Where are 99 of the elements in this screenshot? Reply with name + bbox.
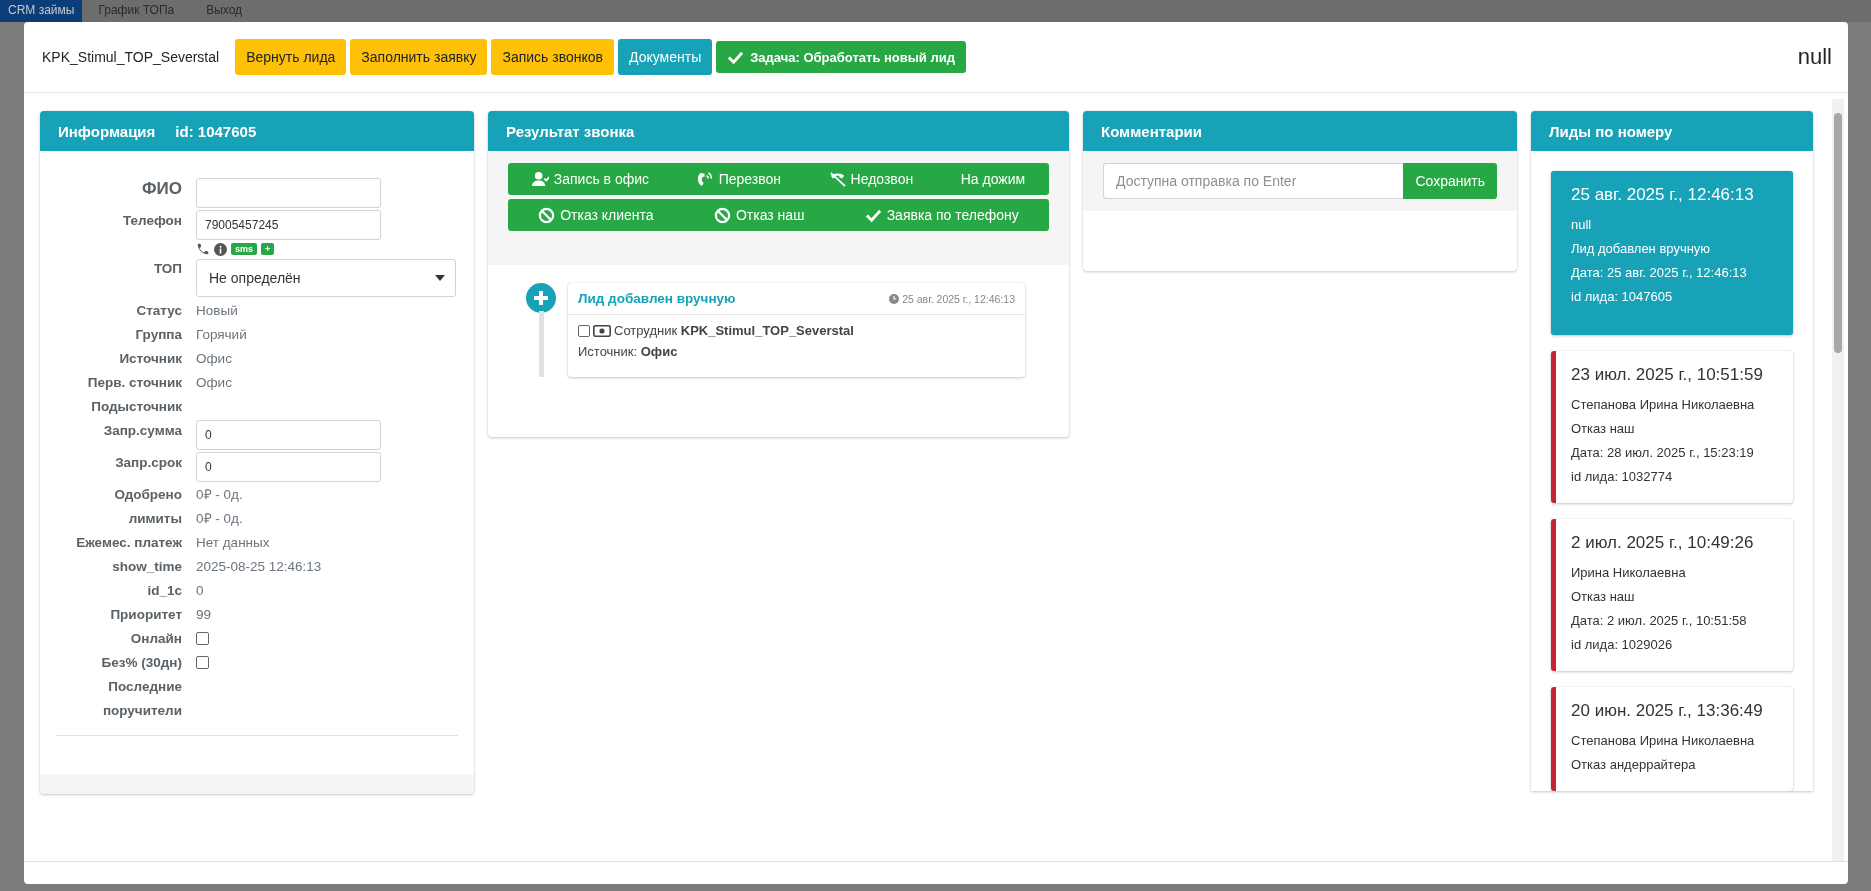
lead-id: id: 1047605 [175, 122, 257, 140]
ban-icon [713, 206, 731, 224]
timeline-title: Лид добавлен вручную [578, 291, 736, 306]
phone-field[interactable]: 79005457245 [196, 210, 381, 240]
lead-detail: Отказ наш [1571, 420, 1636, 438]
caret-icon [435, 275, 445, 281]
lead-card[interactable]: 20 июн. 2025 г., 13:36:49 Степанова Ирина Николаевна Отказ андеррайтера [1551, 687, 1793, 791]
lead-detail: Ирина Николаевна [1571, 564, 1687, 582]
lead-detail: Дата: 2 июл. 2025 г., 10:51:58 [1571, 612, 1748, 630]
field-label: Приоритет [109, 606, 182, 624]
lead-detail: null [1571, 216, 1593, 234]
scrollbar[interactable] [1832, 99, 1844, 861]
header-value: null [1797, 44, 1832, 70]
panel-title: Информация [58, 122, 156, 140]
select-field[interactable]: Не определён [196, 259, 456, 297]
text-field[interactable] [196, 178, 381, 208]
field-label: Запр.сумма [102, 422, 182, 440]
checkbox[interactable] [578, 324, 590, 337]
field-value: 0 [196, 583, 204, 598]
text-field[interactable]: 0 [196, 452, 381, 482]
phone-icon[interactable] [196, 242, 210, 256]
field-label: Источник [118, 350, 182, 368]
field-label: лимиты [127, 510, 182, 528]
lead-date: 23 июл. 2025 г., 10:51:59 [1571, 365, 1764, 385]
field-label: Онлайн [129, 630, 182, 648]
comment-field[interactable]: Доступна отправка по Enter [1103, 163, 1404, 199]
field-label: Статус [135, 302, 182, 320]
field-label: Запр.срок [114, 454, 182, 472]
ban-icon [538, 206, 556, 224]
panel-title: Результат звонка [506, 122, 635, 140]
lead-card[interactable]: 25 авг. 2025 г., 12:46:13 null Лид добавлен вручную Дата: 25 авг. 2025 г., 12:46:13 id лида: 1047605 [1551, 171, 1793, 335]
banknote-icon [593, 324, 611, 337]
lead-date: 25 авг. 2025 г., 12:46:13 [1571, 185, 1755, 205]
field-label: Телефон [121, 212, 182, 230]
action-button[interactable]: Запись звонков [491, 39, 615, 75]
field-label: Перв. сточник [86, 374, 182, 392]
lead-detail: Отказ андеррайтера [1571, 756, 1697, 774]
lead-card[interactable]: 23 июл. 2025 г., 10:51:59 Степанова Ирина Николаевна Отказ наш Дата: 28 июл. 2025 г., 15:23:19 id лида: 1032774 [1551, 351, 1793, 503]
badge-button[interactable]: sms [231, 243, 257, 255]
lead-detail: Отказ наш [1571, 588, 1636, 606]
lead-detail: Лид добавлен вручную [1571, 240, 1712, 258]
lead-date: 20 июн. 2025 г., 13:36:49 [1571, 701, 1764, 721]
lead-detail: Дата: 25 авг. 2025 г., 12:46:13 [1571, 264, 1748, 282]
badge-button[interactable]: + [261, 243, 275, 255]
nav-link[interactable]: Выход [190, 0, 259, 20]
checkbox[interactable] [196, 656, 209, 669]
field-label: show_time [111, 558, 182, 576]
lead-detail: id лида: 1029026 [1571, 636, 1674, 654]
field-label: Одобрено [113, 486, 182, 504]
field-label: Ежемес. платеж [75, 534, 182, 552]
field-value: 99 [196, 607, 212, 622]
lead-detail: id лида: 1047605 [1571, 288, 1674, 306]
result-button[interactable]: Запись в офис [525, 166, 656, 192]
lead-detail: id лида: 1032774 [1571, 468, 1674, 486]
action-button[interactable]: Документы [618, 39, 713, 75]
timestamp: 25 авг. 2025 г., 12:46:13 [889, 292, 1015, 305]
result-button[interactable]: Отказ клиента [532, 202, 660, 228]
lead-date: 2 июл. 2025 г., 10:49:26 [1571, 533, 1755, 553]
info-icon[interactable] [214, 242, 227, 256]
nav-link[interactable]: График ТОПа [82, 0, 191, 20]
employee-text: Сотрудник KPK_Stimul_TOP_Severstal [614, 323, 854, 338]
field-value: Офис [196, 351, 232, 366]
lead-detail: Степанова Ирина Николаевна [1571, 732, 1756, 750]
result-button[interactable]: Перезвон [690, 166, 787, 192]
panel-title: Лиды по номеру [1549, 122, 1673, 140]
field-value: Горячий [196, 327, 247, 342]
field-value: Нет данных [196, 535, 270, 550]
save-button[interactable]: Сохранить [1403, 163, 1497, 199]
field-label: Подысточник [90, 398, 182, 416]
clock-icon [889, 293, 900, 304]
modal-title: KPK_Stimul_TOP_Severstal [42, 49, 220, 65]
result-button[interactable]: Недозвон [822, 166, 920, 192]
field-label: Без% (30дн) [100, 654, 182, 672]
field-label: ТОП [152, 260, 182, 278]
crossed-phone-icon [828, 170, 846, 188]
lead-detail: Степанова Ирина Николаевна [1571, 396, 1756, 414]
result-button[interactable]: На дожим [954, 167, 1032, 191]
source-text: Источник: Офис [578, 344, 679, 359]
action-button[interactable]: Задача: Обработать новый лид [716, 41, 966, 73]
action-button[interactable]: Вернуть лида [235, 39, 347, 75]
phone-icon [696, 170, 714, 188]
result-button[interactable]: Отказ наш [707, 202, 811, 228]
result-button[interactable]: Заявка по телефону [858, 202, 1025, 228]
checkbox[interactable] [196, 632, 209, 645]
field-label: Группа [134, 326, 182, 344]
lead-detail: Дата: 28 июл. 2025 г., 15:23:19 [1571, 444, 1755, 462]
field-value: 2025-08-25 12:46:13 [196, 559, 322, 574]
field-label: Последние поручители [101, 678, 182, 720]
user-check-icon [531, 170, 549, 188]
field-label: id_1c [146, 582, 182, 600]
action-button[interactable]: Заполнить заявку [350, 39, 488, 75]
field-label: ФИО [141, 178, 182, 200]
field-value: Новый [196, 303, 238, 318]
plus-icon [526, 283, 556, 313]
text-field[interactable]: 0 [196, 420, 381, 450]
panel-title: Комментарии [1101, 122, 1202, 140]
brand-link[interactable]: CRM займы [0, 0, 83, 22]
field-value: Офис [196, 375, 232, 390]
lead-card[interactable]: 2 июл. 2025 г., 10:49:26 Ирина Николаевна Отказ наш Дата: 2 июл. 2025 г., 10:51:58 id лида: 1029026 [1551, 519, 1793, 671]
